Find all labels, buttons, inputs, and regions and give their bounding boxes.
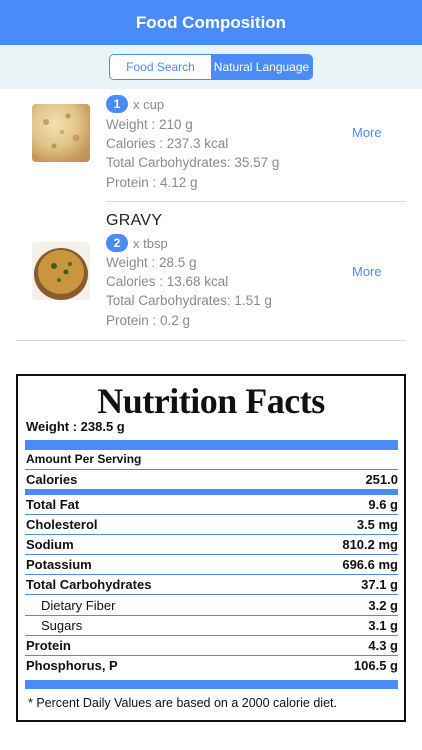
- carbs-text: Total Carbohydrates: 35.57 g: [106, 155, 280, 170]
- item-divider: [106, 201, 406, 202]
- nutrient-value: 696.6 mg: [342, 557, 398, 572]
- nutrient-label: Dietary Fiber: [41, 598, 116, 613]
- nutrient-label: Total Fat: [26, 497, 80, 512]
- calories-value: 251.0: [365, 472, 398, 487]
- nutrition-facts-panel: Nutrition Facts Weight : 238.5 g Amount …: [16, 374, 406, 722]
- calories-row: Calories 251.0: [25, 470, 398, 490]
- bottom-separator: [25, 680, 398, 689]
- nutrient-row: Total Fat 9.6 g: [25, 495, 398, 515]
- nutrient-row: Total Carbohydrates 37.1 g: [25, 575, 398, 595]
- nutrient-label: Sodium: [26, 537, 74, 552]
- nutrient-row: Phosphorus, P 106.5 g: [25, 656, 398, 676]
- nutrient-label: Phosphorus, P: [26, 658, 118, 673]
- more-link[interactable]: More: [352, 264, 382, 279]
- gravy-bowl-photo-icon: [32, 242, 90, 300]
- amount-per-serving-row: Amount Per Serving: [25, 450, 398, 470]
- more-link[interactable]: More: [352, 125, 382, 140]
- amount-per-serving-label: Amount Per Serving: [26, 452, 142, 466]
- flatbread-photo-icon: [32, 104, 90, 162]
- quantity-badge[interactable]: 2: [106, 234, 128, 252]
- nutrient-value: 3.5 mg: [356, 517, 398, 532]
- nutrient-value: 106.5 g: [353, 658, 398, 673]
- unit-label: x cup: [133, 96, 165, 112]
- daily-values-footnote: * Percent Daily Values are based on a 20…: [28, 696, 337, 710]
- calories-text: Calories : 13.68 kcal: [106, 274, 229, 289]
- nutrient-row: Cholesterol 3.5 mg: [25, 515, 398, 535]
- natural-language-tab[interactable]: Natural Language: [211, 55, 312, 79]
- nutrient-value: 810.2 mg: [342, 537, 398, 552]
- unit-label: x tbsp: [133, 235, 168, 251]
- flatbread-texture-icon: [43, 113, 80, 149]
- nutrient-label: Protein: [26, 638, 71, 653]
- nutrient-subrow: Sugars 3.1 g: [25, 616, 398, 636]
- nutrient-row: Protein 4.3 g: [25, 636, 398, 656]
- nutrient-value: 9.6 g: [368, 497, 398, 512]
- nutrient-subrow: Dietary Fiber 3.2 g: [25, 596, 398, 616]
- protein-text: Protein : 0.2 g: [106, 313, 191, 328]
- nutrient-value: 37.1 g: [361, 577, 398, 592]
- weight-text: Weight : 210 g: [106, 117, 193, 132]
- quantity-line: 2 x tbsp: [106, 234, 168, 252]
- quantity-line: 1 x cup: [106, 95, 164, 113]
- nutrient-value: 3.2 g: [368, 598, 398, 613]
- carbs-text: Total Carbohydrates: 1.51 g: [106, 293, 272, 308]
- nutrient-row: Potassium 696.6 mg: [25, 555, 398, 575]
- food-search-tab[interactable]: Food Search: [110, 55, 211, 79]
- app-title: Food Composition: [0, 0, 422, 45]
- nutrition-facts-title: Nutrition Facts: [97, 381, 325, 421]
- nutrient-value: 3.1 g: [368, 618, 398, 633]
- list-divider: [16, 340, 406, 341]
- thick-separator: [25, 440, 398, 450]
- nutrient-label: Total Carbohydrates: [26, 577, 152, 592]
- nutrient-value: 4.3 g: [368, 638, 398, 653]
- total-weight: Weight : 238.5 g: [26, 419, 125, 434]
- nutrient-label: Potassium: [26, 557, 92, 572]
- food-name: GRAVY: [106, 212, 163, 229]
- segment-bar: Food Search Natural Language: [0, 45, 422, 89]
- nutrient-row: Sodium 810.2 mg: [25, 535, 398, 555]
- quantity-badge[interactable]: 1: [106, 95, 128, 113]
- nutrient-label: Sugars: [41, 618, 83, 633]
- nutrient-label: Cholesterol: [26, 517, 98, 532]
- calories-text: Calories : 237.3 kcal: [106, 136, 229, 151]
- weight-text: Weight : 28.5 g: [106, 255, 197, 270]
- protein-text: Protein : 4.12 g: [106, 175, 198, 190]
- gravy-bowl-icon: [34, 248, 88, 300]
- calories-label: Calories: [26, 472, 78, 487]
- mode-segmented-control: Food Search Natural Language: [109, 54, 313, 80]
